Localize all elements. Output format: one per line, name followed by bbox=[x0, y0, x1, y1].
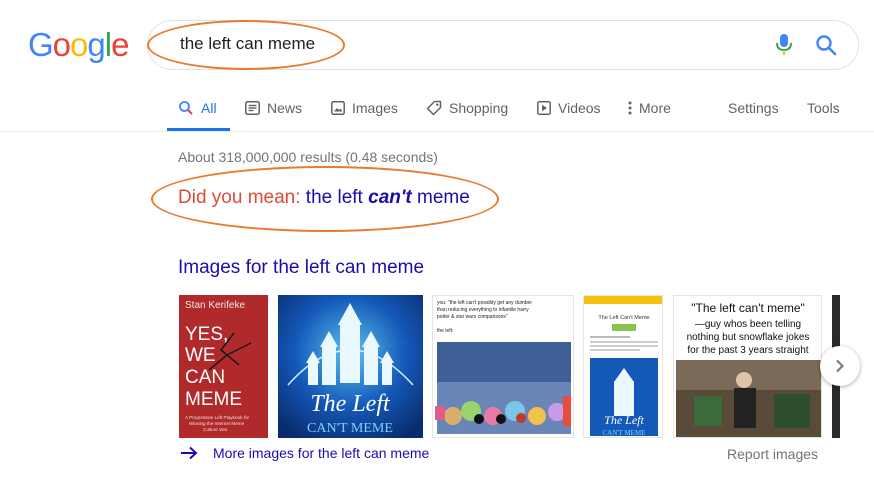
meme-quote: "The left can't meme" bbox=[691, 301, 805, 315]
google-logo[interactable]: Google bbox=[28, 26, 129, 64]
castle-logo-title: The Left bbox=[310, 391, 391, 417]
tab-shopping[interactable]: Shopping bbox=[426, 100, 508, 116]
tab-label: Shopping bbox=[449, 100, 509, 116]
meme-caption: than reducing everything to infantile ha… bbox=[437, 307, 529, 313]
image-thumbnail-book-cover[interactable]: Stan Kerifeke YES, WE CAN MEME A Progres… bbox=[179, 295, 268, 438]
play-icon bbox=[537, 101, 551, 115]
meme-caption: potter & star wars comparisons" bbox=[437, 314, 508, 320]
meme-caption: the left: bbox=[437, 328, 453, 334]
settings-link[interactable]: Settings bbox=[728, 100, 779, 116]
more-vert-icon bbox=[628, 101, 632, 115]
tabs-divider bbox=[0, 131, 874, 132]
meme-line: —guy whos been telling bbox=[695, 319, 801, 330]
annotation-circle-suggestion bbox=[151, 166, 499, 232]
more-images-label: More images for the left can meme bbox=[213, 445, 430, 461]
tab-news[interactable]: News bbox=[245, 100, 302, 116]
book-subtitle: Winning the Internet Meme bbox=[189, 421, 245, 426]
meme-caption: you: "the left can't possibly get any du… bbox=[437, 300, 532, 306]
settings-label: Settings bbox=[728, 100, 779, 116]
image-thumbnail-text-meme[interactable]: "The left can't meme" —guy whos been tel… bbox=[673, 295, 822, 438]
image-icon bbox=[331, 101, 345, 115]
result-stats: About 318,000,000 results (0.48 seconds) bbox=[178, 149, 438, 165]
tab-more[interactable]: More bbox=[628, 100, 671, 116]
logo-letter: g bbox=[87, 26, 105, 63]
chevron-right-icon bbox=[836, 359, 844, 373]
app-subtitle: CAN'T MEME bbox=[603, 429, 646, 437]
castle-logo-subtitle: CAN'T MEME bbox=[307, 421, 393, 436]
book-subtitle: A Progressive Left Playbook for bbox=[185, 415, 250, 420]
tag-icon bbox=[426, 100, 442, 116]
tab-images[interactable]: Images bbox=[331, 100, 398, 116]
tab-label: All bbox=[201, 100, 217, 116]
tab-label: Videos bbox=[558, 100, 601, 116]
search-icon[interactable] bbox=[814, 33, 838, 57]
book-title-line: WE bbox=[185, 345, 216, 366]
tab-label: More bbox=[639, 100, 671, 116]
book-subtitle: Culture War bbox=[203, 427, 228, 432]
app-title: The Left bbox=[604, 413, 644, 427]
more-images-link[interactable]: More images for the left can meme bbox=[180, 445, 429, 461]
book-title-line: MEME bbox=[185, 389, 242, 410]
image-thumbnail-castle-logo[interactable]: The Left CAN'T MEME bbox=[278, 295, 423, 438]
meme-line: nothing but snowflake jokes bbox=[687, 332, 810, 343]
tab-label: Images bbox=[352, 100, 398, 116]
book-title-line: CAN bbox=[185, 367, 225, 388]
tab-videos[interactable]: Videos bbox=[537, 100, 601, 116]
tab-label: News bbox=[267, 100, 303, 116]
report-images-link[interactable]: Report images bbox=[727, 446, 818, 462]
tools-label: Tools bbox=[807, 100, 840, 116]
news-icon bbox=[245, 101, 260, 115]
logo-letter: e bbox=[111, 26, 129, 63]
logo-letter: G bbox=[28, 26, 54, 63]
app-header: The Left Can't Meme bbox=[598, 315, 649, 321]
images-heading-link[interactable]: Images for the left can meme bbox=[178, 257, 424, 279]
tab-all[interactable]: All bbox=[178, 100, 217, 116]
meme-line: for the past 3 years straight bbox=[687, 345, 808, 356]
logo-letter: o bbox=[52, 26, 71, 63]
logo-letter: o bbox=[70, 26, 88, 63]
book-author: Stan Kerifeke bbox=[185, 300, 245, 311]
tools-link[interactable]: Tools bbox=[807, 100, 840, 116]
annotation-circle-query bbox=[147, 20, 345, 70]
search-icon bbox=[179, 101, 193, 115]
arrow-right-icon bbox=[181, 446, 198, 460]
carousel-next-button[interactable] bbox=[820, 346, 860, 386]
image-thumbnail-care-bears-meme[interactable]: you: "the left can't possibly get any du… bbox=[432, 295, 574, 438]
microphone-icon[interactable] bbox=[772, 32, 796, 58]
image-thumbnail-app-screenshot[interactable]: The Left Can't Meme The Left CAN'T MEME bbox=[583, 295, 663, 438]
book-title-line: YES, bbox=[185, 324, 228, 345]
